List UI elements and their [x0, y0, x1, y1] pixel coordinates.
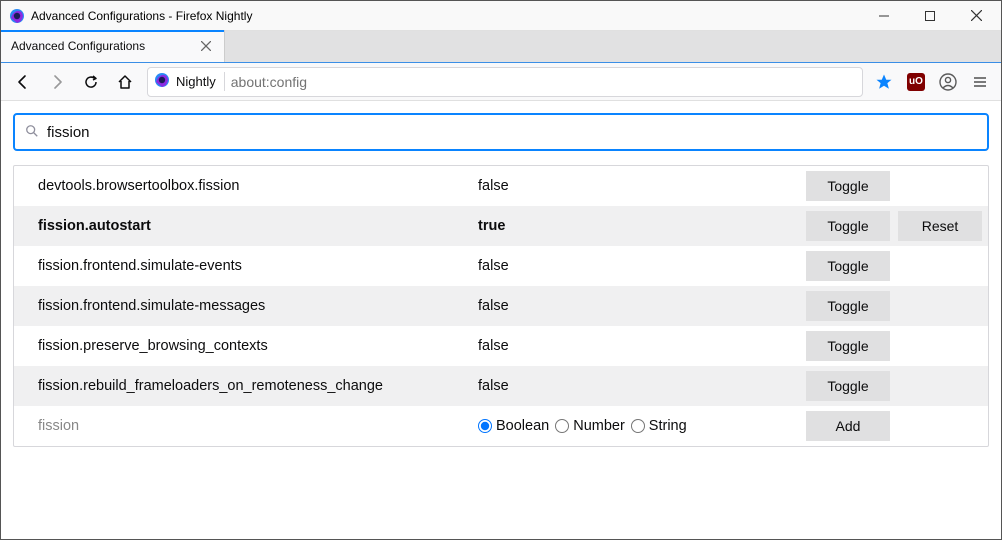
pref-name: fission.autostart	[38, 218, 478, 234]
toggle-button[interactable]: Toggle	[806, 211, 890, 241]
pref-row: fission.autostarttrue Toggle Reset	[14, 206, 988, 246]
home-button[interactable]	[109, 67, 141, 97]
maximize-button[interactable]	[907, 1, 953, 31]
pref-row: fission.preserve_browsing_contextsfalse T…	[14, 326, 988, 366]
hamburger-menu-icon[interactable]	[965, 68, 995, 96]
pref-name: devtools.browsertoolbox.fission	[38, 178, 478, 194]
aboutconfig-content: devtools.browsertoolbox.fissionfalseTogg…	[1, 101, 1001, 539]
identity-label: Nightly	[176, 74, 216, 89]
type-label: String	[649, 418, 687, 434]
pref-value: false	[478, 178, 798, 194]
account-icon[interactable]	[933, 68, 963, 96]
pref-row: fission.frontend.simulate-messagesfalse T…	[14, 286, 988, 326]
nav-toolbar: Nightly about:config uO	[1, 63, 1001, 101]
toggle-button[interactable]: Toggle	[806, 331, 890, 361]
type-radio[interactable]	[555, 419, 569, 433]
pref-name: fission.frontend.simulate-events	[38, 258, 478, 274]
add-button[interactable]: Add	[806, 411, 890, 441]
bookmark-star-icon[interactable]	[869, 68, 899, 96]
pref-name: fission.frontend.simulate-messages	[38, 298, 478, 314]
pref-value: false	[478, 378, 798, 394]
type-option-number[interactable]: Number	[555, 418, 625, 434]
search-icon	[25, 124, 39, 141]
type-radio[interactable]	[478, 419, 492, 433]
type-option-string[interactable]: String	[631, 418, 687, 434]
minimize-button[interactable]	[861, 1, 907, 31]
pref-value: false	[478, 338, 798, 354]
tab-close-icon[interactable]	[198, 38, 214, 54]
url-bar[interactable]: Nightly about:config	[147, 67, 863, 97]
pref-search-box[interactable]	[13, 113, 989, 151]
tab-label: Advanced Configurations	[11, 39, 198, 53]
reset-button[interactable]: Reset	[898, 211, 982, 241]
pref-search-input[interactable]	[47, 124, 977, 141]
type-option-boolean[interactable]: Boolean	[478, 418, 549, 434]
toggle-button[interactable]: Toggle	[806, 251, 890, 281]
pref-row: fission.rebuild_frameloaders_on_remotene…	[14, 366, 988, 406]
new-pref-row: fission Boolean Number String Add	[14, 406, 988, 446]
identity-box[interactable]: Nightly	[154, 72, 225, 91]
pref-row: fission.frontend.simulate-eventsfalse Tog…	[14, 246, 988, 286]
tab-strip: Advanced Configurations	[1, 31, 1001, 63]
window-titlebar: Advanced Configurations - Firefox Nightl…	[1, 1, 1001, 31]
prefs-table: devtools.browsertoolbox.fissionfalseTogg…	[13, 165, 989, 447]
url-text: about:config	[231, 74, 856, 90]
window-controls	[861, 1, 999, 31]
pref-value: false	[478, 258, 798, 274]
type-radio[interactable]	[631, 419, 645, 433]
forward-button[interactable]	[41, 67, 73, 97]
close-button[interactable]	[953, 1, 999, 31]
toggle-button[interactable]: Toggle	[806, 291, 890, 321]
back-button[interactable]	[7, 67, 39, 97]
pref-name: fission.preserve_browsing_contexts	[38, 338, 478, 354]
toggle-button[interactable]: Toggle	[806, 371, 890, 401]
reload-button[interactable]	[75, 67, 107, 97]
new-pref-name: fission	[38, 418, 478, 434]
firefox-nightly-icon	[154, 72, 170, 91]
pref-value: true	[478, 218, 798, 234]
pref-name: fission.rebuild_frameloaders_on_remotene…	[38, 378, 478, 394]
pref-value: false	[478, 298, 798, 314]
tab-advanced-configurations[interactable]: Advanced Configurations	[1, 30, 225, 62]
firefox-nightly-icon	[9, 8, 25, 24]
toggle-button[interactable]: Toggle	[806, 171, 890, 201]
pref-row: devtools.browsertoolbox.fissionfalse Togg…	[14, 166, 988, 206]
type-label: Boolean	[496, 418, 549, 434]
type-label: Number	[573, 418, 625, 434]
new-pref-type-radios: Boolean Number String	[478, 418, 798, 434]
window-title: Advanced Configurations - Firefox Nightl…	[31, 9, 861, 23]
ublock-icon[interactable]: uO	[901, 68, 931, 96]
